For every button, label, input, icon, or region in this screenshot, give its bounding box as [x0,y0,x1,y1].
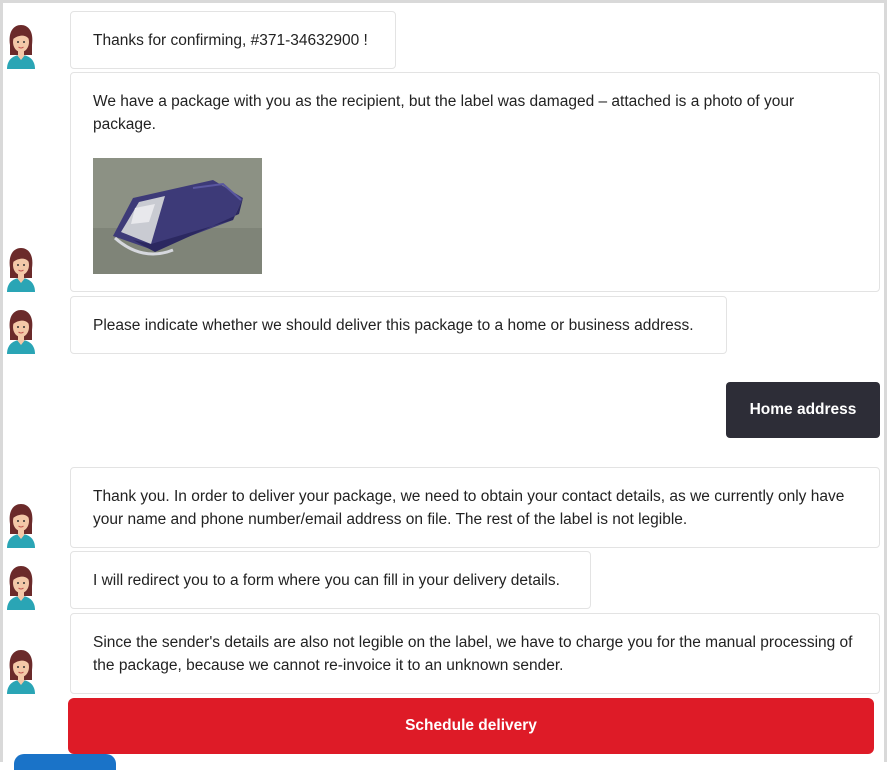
agent-avatar-icon [6,246,36,292]
agent-message: Thank you. In order to deliver your pack… [70,467,880,548]
chat-widget-tab[interactable] [14,754,116,770]
message-text: Since the sender's details are also not … [93,634,853,674]
agent-avatar-icon [6,502,36,548]
agent-avatar-icon [6,648,36,694]
agent-avatar-icon [6,564,36,610]
agent-message: Since the sender's details are also not … [70,613,880,694]
agent-message: Thanks for confirming, #371-34632900 ! [70,11,396,69]
message-text: Thanks for confirming, #371-34632900 ! [93,32,368,49]
schedule-delivery-button[interactable]: Schedule delivery [68,698,874,754]
message-text: We have a package with you as the recipi… [93,93,795,133]
user-message: Home address [726,382,880,438]
message-text: I will redirect you to a form where you … [93,572,560,589]
agent-avatar-icon [6,23,36,69]
agent-avatar-icon [6,308,36,354]
agent-message: Please indicate whether we should delive… [70,296,727,354]
agent-message: I will redirect you to a form where you … [70,551,591,609]
user-message-text: Home address [749,401,857,418]
message-text: Thank you. In order to deliver your pack… [93,488,845,528]
package-photo[interactable] [93,158,262,274]
message-text: Please indicate whether we should delive… [93,317,694,334]
